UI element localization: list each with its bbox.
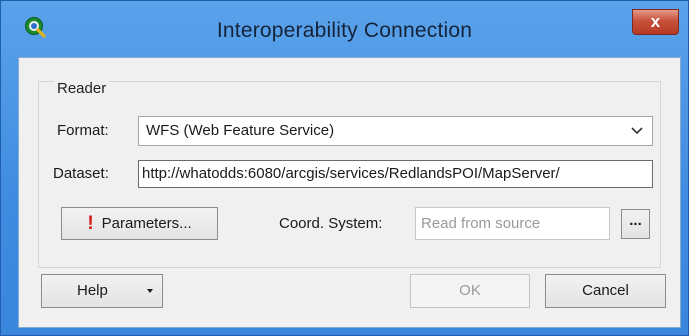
exclamation-warning-icon: ! bbox=[87, 213, 94, 234]
chevron-down-icon bbox=[631, 127, 643, 135]
coord-system-browse-button[interactable]: ... bbox=[621, 209, 650, 239]
dialog-body: Reader Format: WFS (Web Feature Service)… bbox=[18, 57, 681, 328]
coord-system-label: Coord. System: bbox=[279, 215, 383, 232]
cancel-button[interactable]: Cancel bbox=[545, 274, 666, 308]
dataset-input[interactable]: http://whatodds:6080/arcgis/services/Red… bbox=[138, 160, 653, 188]
close-button[interactable]: x bbox=[632, 9, 679, 35]
window-title: Interoperability Connection bbox=[216, 19, 473, 42]
format-select[interactable]: WFS (Web Feature Service) bbox=[138, 116, 653, 146]
parameters-label: Parameters... bbox=[101, 215, 192, 232]
dropdown-arrow-icon bbox=[147, 289, 153, 293]
format-value: WFS (Web Feature Service) bbox=[146, 122, 335, 139]
dialog-window: Interoperability Connection x Reader For… bbox=[0, 0, 689, 336]
title-bar[interactable]: Interoperability Connection x bbox=[1, 1, 688, 59]
help-button[interactable]: Help bbox=[41, 274, 163, 308]
format-label: Format: bbox=[57, 122, 109, 139]
reader-group-label: Reader bbox=[54, 80, 110, 97]
help-label: Help bbox=[77, 282, 108, 299]
ok-button[interactable]: OK bbox=[410, 274, 530, 308]
parameters-button[interactable]: ! Parameters... bbox=[61, 207, 218, 240]
coord-system-input[interactable]: Read from source bbox=[415, 207, 610, 240]
dataset-label: Dataset: bbox=[53, 165, 109, 182]
